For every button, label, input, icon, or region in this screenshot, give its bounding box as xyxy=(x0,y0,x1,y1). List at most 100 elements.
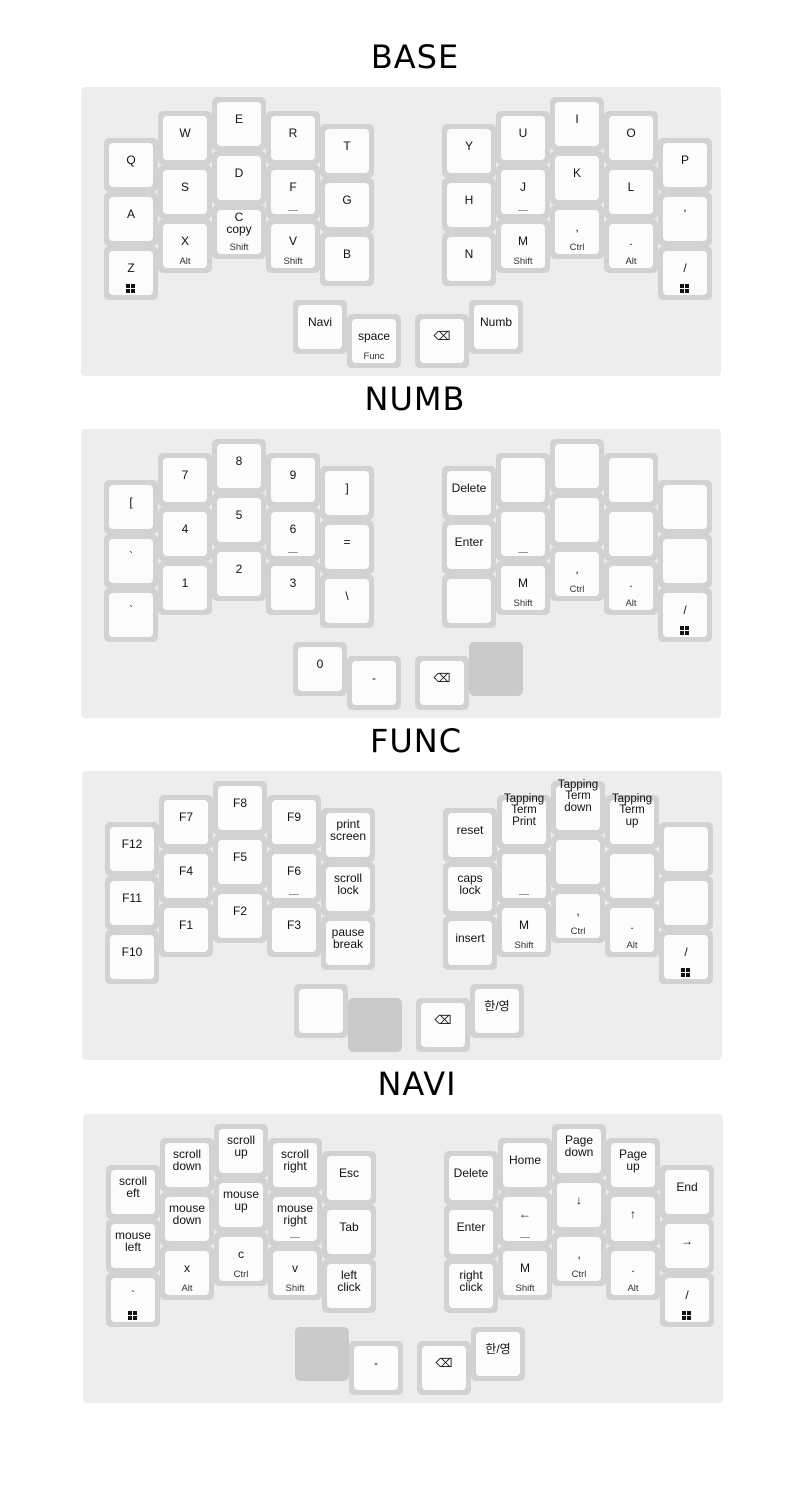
key-tap-label: ⌫ xyxy=(434,1013,452,1027)
key-tap-label: mouse up xyxy=(222,1187,260,1213)
key-hold-label: Ctrl xyxy=(569,584,585,595)
key-tap-label: W xyxy=(179,126,191,140)
layer-title-func: FUNC xyxy=(369,722,463,760)
key-hold-label: Ctrl xyxy=(570,926,586,937)
homing-bar-icon xyxy=(518,552,528,553)
key-tap-label: F2 xyxy=(232,904,247,918)
key: F9 xyxy=(267,795,321,849)
key xyxy=(550,493,604,547)
windows-logo-icon xyxy=(128,1311,138,1321)
key-tap-label: Navi xyxy=(307,315,332,329)
key-tap-label xyxy=(496,509,550,549)
key: Delete xyxy=(442,466,496,520)
windows-logo-icon xyxy=(680,284,690,294)
key-tap-label: [ xyxy=(129,495,133,509)
key: Numb xyxy=(469,300,523,354)
key: U xyxy=(496,111,550,165)
key: F6 xyxy=(267,849,321,903)
key-tap-label: F9 xyxy=(286,810,301,824)
key-tap-label: ↓ xyxy=(576,1193,582,1207)
key: Z xyxy=(104,246,158,300)
key: ← xyxy=(498,1192,552,1246)
key: c Ctrl xyxy=(214,1232,268,1286)
key: print screen xyxy=(321,808,375,862)
key-hold-label: Ctrl xyxy=(571,1269,587,1280)
key: X Alt xyxy=(158,219,212,273)
key-tap-label: S xyxy=(180,180,189,194)
homing-bar-icon xyxy=(290,1237,300,1238)
key: ` xyxy=(104,534,158,588)
key-tap-label: ⌫ xyxy=(435,1356,453,1370)
key-tap-label: 7 xyxy=(181,468,189,482)
key: ⌫ xyxy=(416,998,470,1052)
key: / xyxy=(658,246,712,300)
key: 1 xyxy=(158,561,212,615)
key-tap-label: / xyxy=(684,945,688,959)
key: Tapping Term up xyxy=(605,793,659,849)
key: , Ctrl xyxy=(550,205,604,259)
key-tap-label xyxy=(442,576,496,616)
key-tap-label: 5 xyxy=(235,508,243,522)
key-tap-label: space xyxy=(357,329,391,343)
key xyxy=(442,574,496,628)
key: N xyxy=(442,232,496,286)
key: End xyxy=(660,1165,714,1219)
key-tap-label: → xyxy=(681,1234,693,1248)
key-tap-label: 6 xyxy=(289,522,297,536)
key-tap-label: , xyxy=(576,904,580,918)
key: 9 xyxy=(266,453,320,507)
key: . Alt xyxy=(605,903,659,957)
key-tap-label: F3 xyxy=(286,918,301,932)
key-tap-label: V xyxy=(288,234,297,248)
windows-logo-icon xyxy=(680,626,690,636)
key: x Alt xyxy=(160,1246,214,1300)
key-hold-label: Alt xyxy=(181,1283,193,1294)
key-tap-label: scroll right xyxy=(280,1147,309,1173)
key: T xyxy=(320,124,374,178)
key: A xyxy=(104,192,158,246)
key xyxy=(551,835,605,889)
key: O xyxy=(604,111,658,165)
key-tap-label: Delete xyxy=(453,1166,489,1180)
key: Tapping Term Print xyxy=(497,793,551,849)
key: right click xyxy=(444,1259,498,1313)
layer-title-base: BASE xyxy=(370,38,460,76)
key-hold-label: Shift xyxy=(514,940,534,951)
key: 5 xyxy=(212,493,266,547)
key-tap-label: ` xyxy=(131,1288,135,1302)
key-tap-label: U xyxy=(518,126,528,140)
key-tap-label: ` xyxy=(129,603,133,617)
key: mouse right xyxy=(268,1192,322,1246)
key: M Shift xyxy=(497,903,551,957)
key-tap-label: ` xyxy=(129,549,133,563)
key-tap-label xyxy=(605,851,659,891)
key xyxy=(496,453,550,507)
key-tap-label: mouse left xyxy=(114,1228,152,1254)
key-tap-label: Tapping Term up xyxy=(611,792,653,828)
key xyxy=(497,849,551,903)
key-tap-label: Esc xyxy=(338,1166,359,1180)
key xyxy=(658,480,712,534)
homing-bar-icon xyxy=(520,1237,530,1238)
key: I xyxy=(550,97,604,151)
key: 한/영 xyxy=(470,984,524,1038)
key-tap-label xyxy=(551,837,605,877)
key-tap-label: A xyxy=(126,207,135,221)
key-tap-label: F xyxy=(289,180,297,194)
key: . Alt xyxy=(606,1246,660,1300)
key: Page down xyxy=(552,1124,606,1178)
key-tap-label: F5 xyxy=(232,850,247,864)
key: P xyxy=(658,138,712,192)
key: C copy Shift xyxy=(212,205,266,259)
key-tap-label: 한/영 xyxy=(485,1342,511,1356)
key-tap-label: N xyxy=(464,247,474,261)
key: , Ctrl xyxy=(550,547,604,601)
key-hold-label: Func xyxy=(363,351,385,362)
key-tap-label: X xyxy=(180,234,189,248)
homing-bar-icon xyxy=(288,210,298,211)
key: Navi xyxy=(293,300,347,354)
key xyxy=(294,984,348,1038)
key-tap-label: / xyxy=(683,603,687,617)
key: Enter xyxy=(442,520,496,574)
key-tap-label: 9 xyxy=(289,468,297,482)
